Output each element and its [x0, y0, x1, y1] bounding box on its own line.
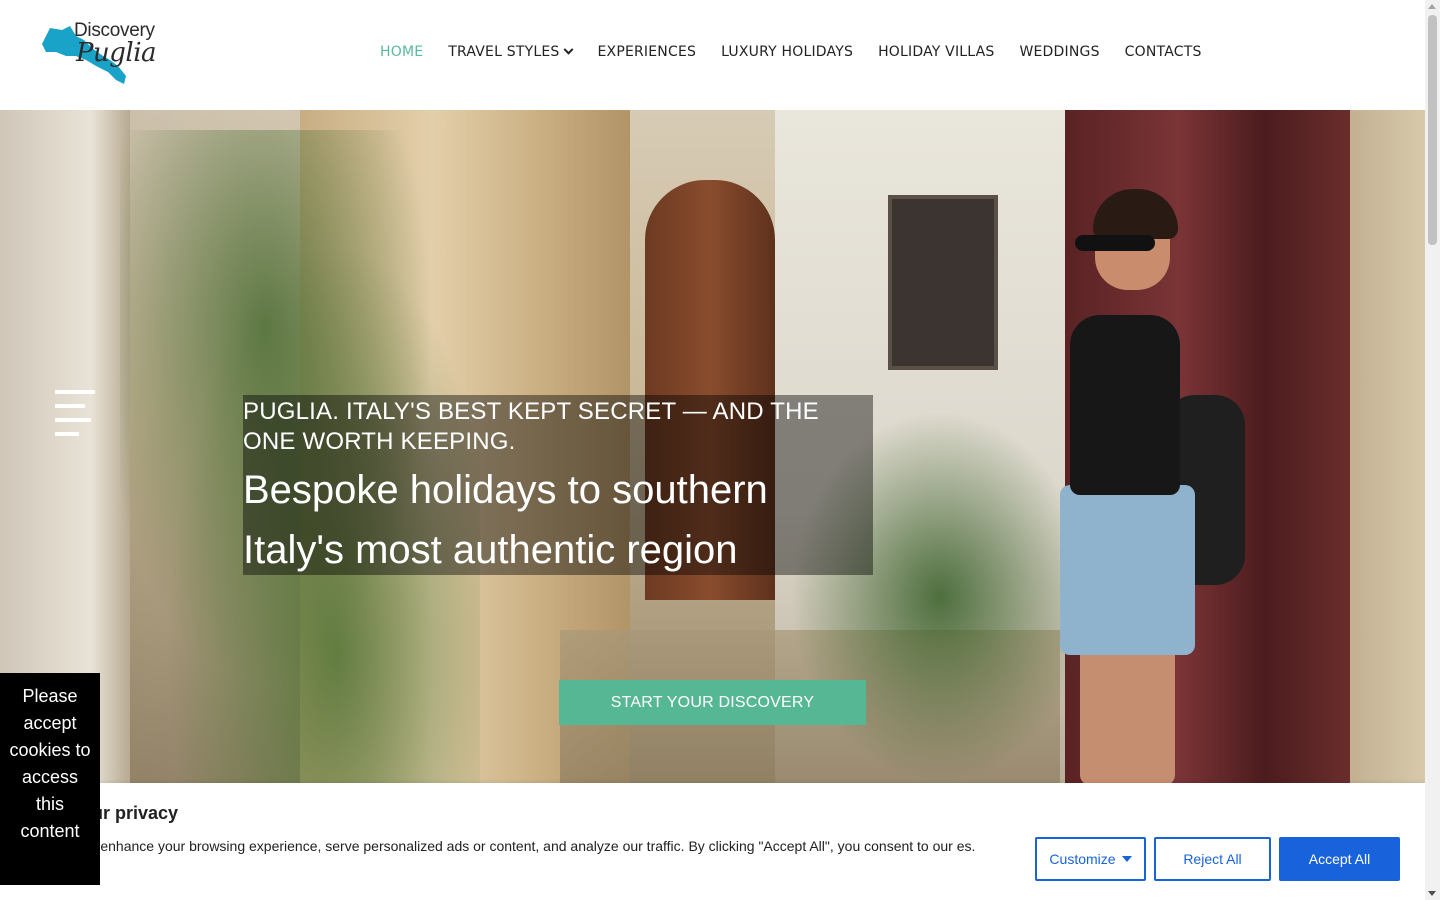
- main-nav: HOME TRAVEL STYLES EXPERIENCES LUXURY HO…: [380, 44, 1227, 60]
- blocked-content-notice: Please accept cookies to access this con…: [0, 673, 100, 885]
- customize-button[interactable]: Customize: [1035, 837, 1146, 881]
- nav-travel-styles-label: TRAVEL STYLES: [448, 44, 560, 60]
- nav-experiences[interactable]: EXPERIENCES: [597, 44, 696, 60]
- scrollbar-thumb[interactable]: [1428, 15, 1437, 245]
- scroll-down-arrow-icon[interactable]: [1428, 891, 1436, 896]
- nav-contacts[interactable]: CONTACTS: [1125, 44, 1202, 60]
- logo-text-puglia: Puglia: [76, 38, 157, 68]
- cookie-consent-banner: e your privacy kies to enhance your brow…: [0, 783, 1425, 900]
- hero-subtitle: PUGLIA. ITALY'S BEST KEPT SECRET — AND T…: [243, 398, 819, 455]
- hero-banner: PUGLIA. ITALY'S BEST KEPT SECRET — AND T…: [0, 110, 1425, 783]
- accept-all-button[interactable]: Accept All: [1279, 837, 1400, 881]
- scroll-up-arrow-icon[interactable]: [1428, 4, 1436, 9]
- site-logo[interactable]: Discovery Puglia: [40, 20, 157, 88]
- start-discovery-button[interactable]: START YOUR DISCOVERY: [559, 680, 866, 725]
- chevron-down-icon: [564, 44, 574, 55]
- site-header: Discovery Puglia HOME TRAVEL STYLES EXPE…: [0, 0, 1425, 110]
- caret-down-icon: [1121, 856, 1132, 862]
- page-scrollbar[interactable]: [1425, 0, 1440, 900]
- cookie-description: kies to enhance your browsing experience…: [56, 838, 976, 854]
- nav-home[interactable]: HOME: [380, 44, 423, 60]
- hamburger-menu-icon[interactable]: [55, 390, 95, 438]
- nav-holiday-villas[interactable]: HOLIDAY VILLAS: [878, 44, 994, 60]
- customize-label: Customize: [1049, 851, 1116, 867]
- reject-all-button[interactable]: Reject All: [1154, 837, 1271, 881]
- hero-title: Bespoke holidays to southern Italy's mos…: [243, 468, 768, 572]
- nav-luxury-holidays[interactable]: LUXURY HOLIDAYS: [721, 44, 853, 60]
- nav-weddings[interactable]: WEDDINGS: [1019, 44, 1099, 60]
- nav-travel-styles[interactable]: TRAVEL STYLES: [448, 44, 574, 60]
